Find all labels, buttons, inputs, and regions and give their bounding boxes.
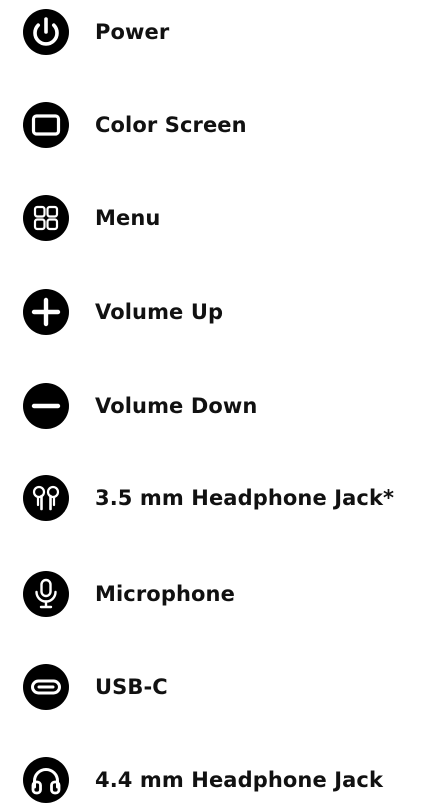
legend-label: 4.4 mm Headphone Jack [95,768,384,792]
legend-label: USB-C [95,675,168,699]
legend-label: Microphone [95,582,235,606]
plus-icon [22,288,70,336]
legend-item-menu: Menu [22,194,160,242]
earbuds-icon [22,474,70,522]
legend-item-power: Power [22,8,169,56]
legend-item-usb-c: USB-C [22,663,168,711]
legend-item-color-screen: Color Screen [22,101,247,149]
microphone-icon [22,570,70,618]
screen-icon [22,101,70,149]
legend-item-3-5mm-headphone-jack: 3.5 mm Headphone Jack* [22,474,394,522]
legend-label: Power [95,20,170,44]
legend-item-volume-down: Volume Down [22,382,257,430]
legend-label: 3.5 mm Headphone Jack* [95,486,395,510]
legend-label: Volume Up [95,300,224,324]
legend-label: Color Screen [95,113,247,137]
menu-grid-icon [22,194,70,242]
usb-c-icon [22,663,70,711]
legend-item-microphone: Microphone [22,570,235,618]
legend-item-4-4mm-headphone-jack: 4.4 mm Headphone Jack [22,756,383,804]
legend-item-volume-up: Volume Up [22,288,223,336]
power-icon [22,8,70,56]
legend-label: Menu [95,206,161,230]
legend-label: Volume Down [95,394,258,418]
headphones-icon [22,756,70,804]
controls-legend-list: Power Color Screen Menu Volume Up Volume… [0,0,432,804]
minus-icon [22,382,70,430]
